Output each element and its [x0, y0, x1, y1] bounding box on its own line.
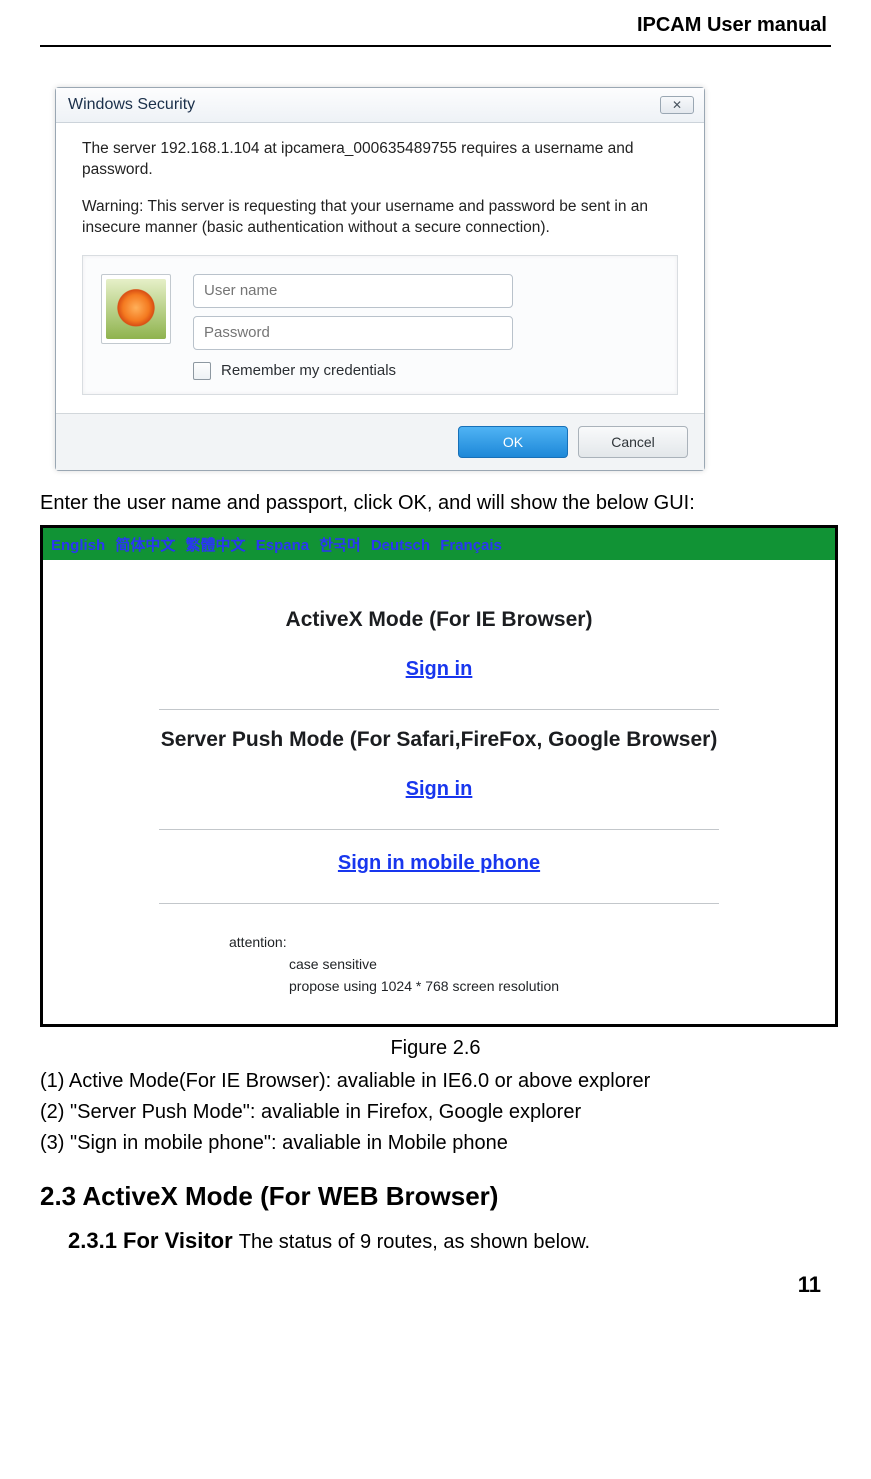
- page-number: 11: [40, 1272, 831, 1298]
- figure-caption: Figure 2.6: [40, 1037, 831, 1060]
- avatar: [101, 274, 171, 344]
- lang-english[interactable]: English: [51, 537, 105, 554]
- lang-korean[interactable]: 한국머: [319, 537, 360, 554]
- close-button[interactable]: ✕: [660, 96, 694, 114]
- dialog-message-1: The server 192.168.1.104 at ipcamera_000…: [82, 139, 678, 181]
- page-header-title: IPCAM User manual: [40, 10, 831, 47]
- dialog-message-2: Warning: This server is requesting that …: [82, 197, 678, 239]
- section-2-3-1-heading: 2.3.1 For Visitor The status of 9 routes…: [68, 1228, 831, 1254]
- divider: [159, 903, 719, 904]
- close-icon: ✕: [672, 98, 682, 112]
- dialog-title: Windows Security: [68, 96, 195, 114]
- lang-espana[interactable]: Espana: [256, 537, 309, 554]
- signin-serverpush-link[interactable]: Sign in: [406, 778, 473, 801]
- list-item-3: (3) "Sign in mobile phone": avaliable in…: [40, 1128, 831, 1159]
- serverpush-mode-title: Server Push Mode (For Safari,FireFox, Go…: [43, 728, 835, 752]
- lang-simplified-chinese[interactable]: 简体中文: [115, 537, 175, 554]
- lang-deutsch[interactable]: Deutsch: [371, 537, 430, 554]
- cancel-button[interactable]: Cancel: [578, 426, 688, 458]
- section-2-3-heading: 2.3 ActiveX Mode (For WEB Browser): [40, 1181, 831, 1212]
- instruction-text: Enter the user name and passport, click …: [40, 489, 831, 517]
- signin-mobile-link[interactable]: Sign in mobile phone: [338, 852, 540, 875]
- divider: [159, 829, 719, 830]
- ok-button[interactable]: OK: [458, 426, 568, 458]
- lang-francais[interactable]: Français: [440, 537, 502, 554]
- remember-checkbox[interactable]: [193, 362, 211, 380]
- lang-traditional-chinese[interactable]: 繁體中文: [186, 537, 246, 554]
- attention-label: attention:: [229, 934, 719, 950]
- list-item-2: (2) "Server Push Mode": avaliable in Fir…: [40, 1097, 831, 1128]
- windows-security-dialog: Windows Security ✕ The server 192.168.1.…: [55, 87, 705, 471]
- webpage-screenshot: English 简体中文 繁體中文 Espana 한국머 Deutsch Fra…: [40, 525, 838, 1027]
- list-item-1: (1) Active Mode(For IE Browser): avaliab…: [40, 1066, 831, 1097]
- attention-line-1: case sensitive: [229, 956, 719, 972]
- section-2-3-1-bold: 2.3.1 For Visitor: [68, 1228, 239, 1253]
- attention-line-2: propose using 1024 * 768 screen resoluti…: [229, 978, 719, 994]
- language-bar: English 简体中文 繁體中文 Espana 한국머 Deutsch Fra…: [43, 528, 835, 560]
- remember-label: Remember my credentials: [221, 362, 396, 379]
- username-field[interactable]: [193, 274, 513, 308]
- password-field[interactable]: [193, 316, 513, 350]
- signin-activex-link[interactable]: Sign in: [406, 658, 473, 681]
- divider: [159, 709, 719, 710]
- activex-mode-title: ActiveX Mode (For IE Browser): [43, 608, 835, 632]
- section-2-3-1-trail: The status of 9 routes, as shown below.: [239, 1231, 590, 1253]
